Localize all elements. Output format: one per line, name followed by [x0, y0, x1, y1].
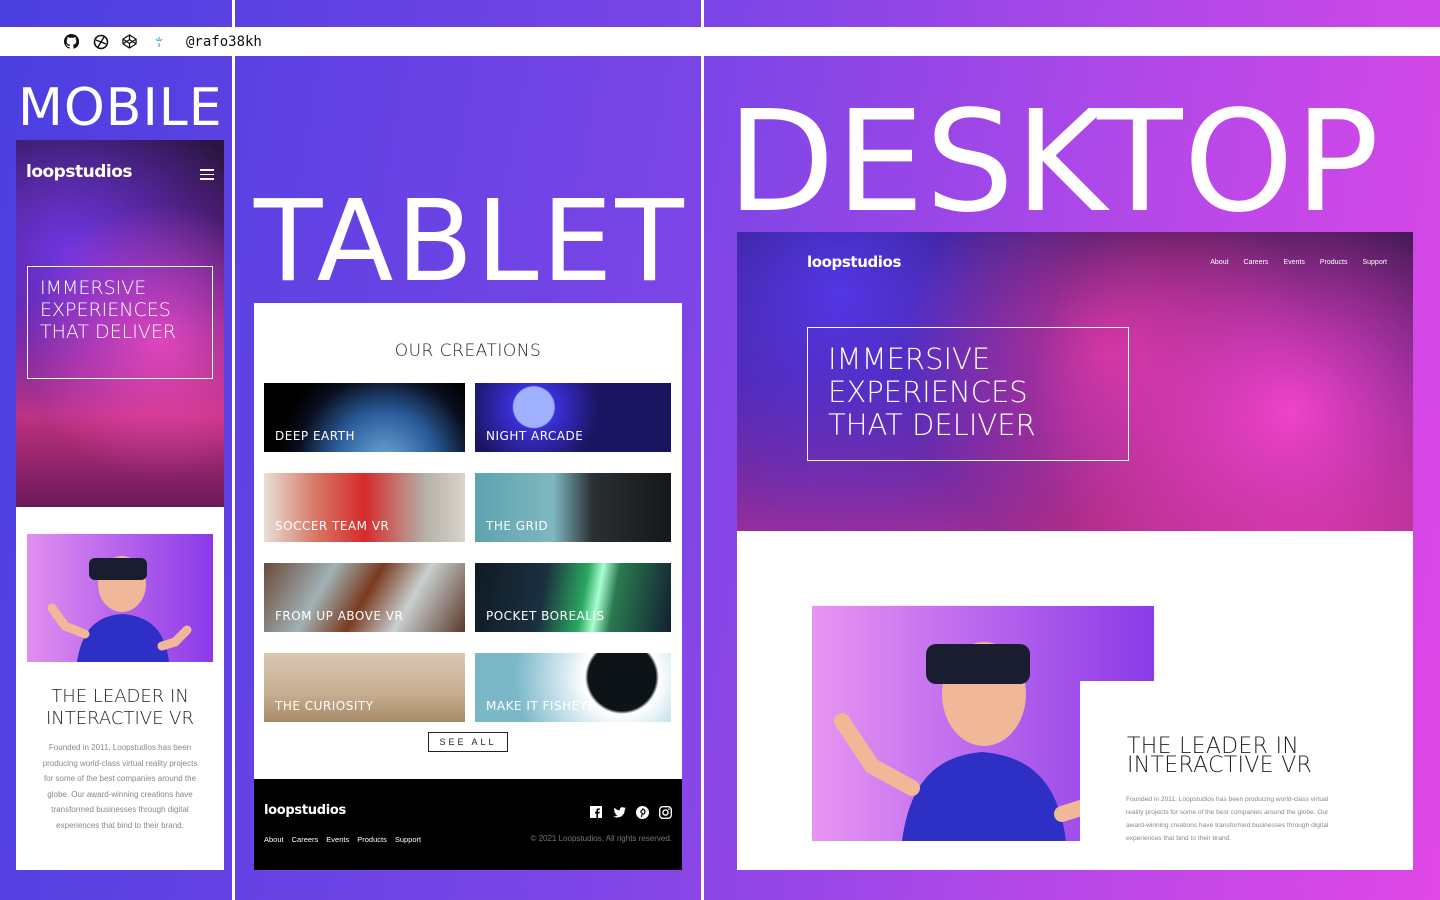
- mobile-about-heading: THE LEADER IN INTERACTIVE VR: [45, 686, 195, 729]
- creation-card[interactable]: POCKET BOREALIS: [475, 563, 671, 632]
- creation-card[interactable]: NIGHT ARCADE: [475, 383, 671, 452]
- column-divider-right: [701, 0, 704, 900]
- desktop-nav: About Careers Events Products Support: [1210, 259, 1387, 266]
- footer-nav-about[interactable]: About: [264, 835, 284, 844]
- tablet-preview: OUR CREATIONS DEEP EARTH NIGHT ARCADE SO…: [254, 303, 682, 870]
- mobile-hero-headline: IMMERSIVE EXPERIENCES THAT DELIVER: [27, 266, 213, 379]
- nav-about[interactable]: About: [1210, 259, 1228, 266]
- desktop-about-text: Founded in 2011, Loopstudios has been pr…: [1126, 796, 1329, 842]
- creation-card-label: NIGHT ARCADE: [486, 429, 584, 443]
- creation-card-label: THE CURIOSITY: [275, 699, 374, 713]
- github-icon[interactable]: [62, 32, 81, 51]
- social-links: [589, 805, 672, 819]
- creation-card[interactable]: SOCCER TEAM VR: [264, 473, 465, 542]
- twitter-icon[interactable]: [612, 805, 626, 819]
- tablet-footer: loopstudios About Careers Events Product…: [254, 779, 682, 870]
- nav-support[interactable]: Support: [1362, 259, 1387, 266]
- creation-card[interactable]: THE GRID: [475, 473, 671, 542]
- desktop-hero: loopstudios About Careers Events Product…: [737, 232, 1413, 531]
- footer-nav-products[interactable]: Products: [357, 835, 387, 844]
- creation-card-label: THE GRID: [486, 519, 549, 533]
- desktop-preview: loopstudios About Careers Events Product…: [737, 232, 1413, 870]
- nav-careers[interactable]: Careers: [1244, 259, 1269, 266]
- mobile-hero: loopstudios IMMERSIVE EXPERIENCES THAT D…: [16, 140, 224, 507]
- footer-nav-careers[interactable]: Careers: [292, 835, 319, 844]
- tablet-label: TABLET: [254, 177, 687, 307]
- see-all-button[interactable]: SEE ALL: [428, 732, 508, 752]
- hamburger-menu-icon[interactable]: [200, 169, 214, 183]
- desktop-hero-headline: IMMERSIVE EXPERIENCES THAT DELIVER: [807, 327, 1129, 461]
- footer-nav: About Careers Events Products Support: [264, 835, 421, 844]
- instagram-icon[interactable]: [658, 805, 672, 819]
- creation-card-label: SOCCER TEAM VR: [275, 519, 390, 533]
- creation-card-label: FROM UP ABOVE VR: [275, 609, 404, 623]
- footer-nav-support[interactable]: Support: [395, 835, 421, 844]
- vr-man-photo: [27, 534, 213, 662]
- desktop-logo[interactable]: loopstudios: [807, 253, 901, 271]
- column-divider-left: [232, 0, 235, 900]
- codepen-icon[interactable]: [120, 32, 139, 51]
- creation-card-label: POCKET BOREALIS: [486, 609, 605, 623]
- nav-products[interactable]: Products: [1320, 259, 1348, 266]
- creation-card[interactable]: THE CURIOSITY: [264, 653, 465, 722]
- facebook-icon[interactable]: [589, 805, 603, 819]
- creation-card-label: MAKE IT FISHEYE: [486, 699, 596, 713]
- sparkle-icon[interactable]: [149, 32, 168, 51]
- creations-title: OUR CREATIONS: [394, 341, 542, 361]
- attribution-bar: @rafo38kh: [0, 27, 1440, 56]
- frontend-mentor-icon[interactable]: [91, 32, 110, 51]
- footer-nav-events[interactable]: Events: [326, 835, 349, 844]
- mobile-logo[interactable]: loopstudios: [26, 162, 133, 182]
- author-handle[interactable]: @rafo38kh: [186, 34, 262, 50]
- pinterest-icon[interactable]: [635, 805, 649, 819]
- mobile-label: MOBILE: [18, 78, 223, 138]
- mobile-preview: loopstudios IMMERSIVE EXPERIENCES THAT D…: [16, 140, 224, 870]
- footer-logo[interactable]: loopstudios: [264, 803, 346, 818]
- nav-events[interactable]: Events: [1283, 259, 1304, 266]
- creation-card[interactable]: FROM UP ABOVE VR: [264, 563, 465, 632]
- creation-card[interactable]: DEEP EARTH: [264, 383, 465, 452]
- creation-card-label: DEEP EARTH: [275, 429, 356, 443]
- desktop-label: DESKTOP: [727, 81, 1381, 244]
- creation-card[interactable]: MAKE IT FISHEYE: [475, 653, 671, 722]
- desktop-about-heading: THE LEADER IN INTERACTIVE VR: [1127, 734, 1313, 778]
- copyright-text: © 2021 Loopstudios. All rights reserved.: [530, 834, 672, 843]
- mobile-about-text: Founded in 2011, Loopstudios has been pr…: [42, 743, 198, 830]
